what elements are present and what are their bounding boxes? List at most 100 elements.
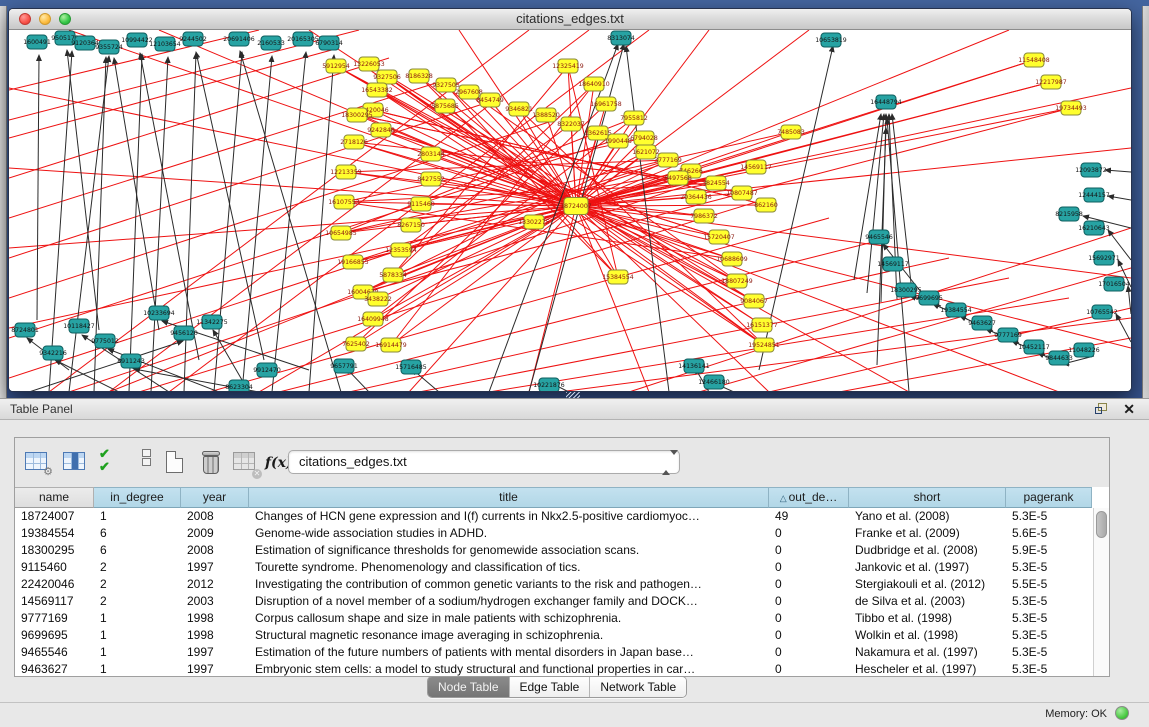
cell-name[interactable]: 18724007 — [15, 508, 94, 525]
cell-in_degree[interactable]: 1 — [94, 610, 181, 627]
graph-node[interactable]: 10688609 — [716, 252, 748, 266]
column-header-short[interactable]: short — [849, 487, 1006, 508]
graph-node[interactable]: 5875685 — [431, 99, 459, 113]
graph-node[interactable]: 10653819 — [815, 33, 847, 47]
cell-title[interactable]: Tourette syndrome. Phenomenology and cla… — [249, 559, 769, 576]
graph-node[interactable]: 9327506 — [373, 70, 401, 84]
graph-node[interactable]: 13226053 — [353, 57, 385, 71]
cell-year[interactable]: 2009 — [181, 525, 249, 542]
window-titlebar[interactable]: citations_edges.txt — [9, 9, 1131, 30]
graph-node[interactable]: 9244502 — [179, 32, 207, 46]
graph-node[interactable]: 9657791 — [330, 359, 358, 373]
graph-node[interactable]: 6790314 — [315, 36, 343, 50]
cell-title[interactable]: Investigating the contribution of common… — [249, 576, 769, 593]
vertical-scrollbar[interactable] — [1093, 508, 1109, 676]
tab-node-table[interactable]: Node Table — [428, 677, 510, 697]
graph-node[interactable]: 10994422 — [121, 33, 153, 47]
graph-node[interactable]: 3438222 — [364, 292, 392, 306]
graph-node[interactable]: 20691406 — [223, 32, 255, 46]
cell-in_degree[interactable]: 1 — [94, 644, 181, 661]
cell-out_de[interactable]: 0 — [769, 576, 849, 593]
delete-trash-icon[interactable] — [197, 448, 227, 478]
show-columns-icon[interactable] — [61, 448, 91, 478]
cell-pagerank[interactable]: 5.3E-5 — [1006, 559, 1092, 576]
table-row[interactable]: 946554611997Estimation of the future num… — [15, 644, 1093, 661]
graph-node[interactable]: 9115460 — [407, 197, 435, 211]
graph-node[interactable]: 9342216 — [39, 346, 67, 360]
graph-node[interactable]: 8267150 — [397, 218, 425, 232]
cell-out_de[interactable]: 0 — [769, 627, 849, 644]
graph-node[interactable]: 12103654 — [149, 37, 181, 51]
graph-node[interactable]: 1990448 — [604, 134, 632, 148]
cell-in_degree[interactable]: 2 — [94, 593, 181, 610]
graph-node[interactable]: 7625402 — [342, 337, 370, 351]
graph-node[interactable]: 2803144 — [417, 147, 445, 161]
cell-pagerank[interactable]: 5.3E-5 — [1006, 610, 1092, 627]
graph-node[interactable]: 1388520 — [532, 108, 560, 122]
cell-year[interactable]: 1997 — [181, 661, 249, 676]
cell-pagerank[interactable]: 5.6E-5 — [1006, 525, 1092, 542]
graph-node[interactable]: 16210643 — [1078, 221, 1110, 235]
cell-in_degree[interactable]: 1 — [94, 627, 181, 644]
graph-node[interactable]: 9465546 — [865, 230, 893, 244]
cell-year[interactable]: 1998 — [181, 610, 249, 627]
cell-name[interactable]: 14569117 — [15, 593, 94, 610]
cell-year[interactable]: 1997 — [181, 559, 249, 576]
graph-node[interactable]: 6794028 — [630, 131, 658, 145]
cell-in_degree[interactable]: 1 — [94, 508, 181, 525]
cell-title[interactable]: Structural magnetic resonance image aver… — [249, 627, 769, 644]
cell-in_degree[interactable]: 2 — [94, 576, 181, 593]
cell-short[interactable]: Yano et al. (2008) — [849, 508, 1006, 525]
cell-name[interactable]: 9465546 — [15, 644, 94, 661]
graph-node[interactable]: 8623304 — [225, 380, 253, 392]
cell-short[interactable]: Stergiakouli et al. (2012) — [849, 576, 1006, 593]
graph-node[interactable]: 10654985 — [325, 226, 357, 240]
cell-title[interactable]: Embryonic stem cells: a model to study s… — [249, 661, 769, 676]
graph-node[interactable]: 9912470 — [253, 363, 281, 377]
zoom-window-button[interactable] — [59, 13, 71, 25]
cell-out_de[interactable]: 0 — [769, 644, 849, 661]
cell-year[interactable]: 1998 — [181, 627, 249, 644]
table-row[interactable]: 969969511998Structural magnetic resonanc… — [15, 627, 1093, 644]
cell-pagerank[interactable]: 5.9E-5 — [1006, 542, 1092, 559]
cell-short[interactable]: Tibbo et al. (1998) — [849, 610, 1006, 627]
cell-short[interactable]: de Silva et al. (2003) — [849, 593, 1006, 610]
column-header-name[interactable]: name — [15, 487, 94, 508]
column-header-pagerank[interactable]: pagerank — [1006, 487, 1092, 508]
graph-node[interactable]: 9355724 — [95, 40, 123, 54]
cell-short[interactable]: Nakamura et al. (1997) — [849, 644, 1006, 661]
cell-out_de[interactable]: 0 — [769, 559, 849, 576]
graph-node[interactable]: 3777169 — [654, 153, 682, 167]
graph-node[interactable]: 10807487 — [726, 186, 758, 200]
graph-node[interactable]: 15384554 — [602, 270, 634, 284]
cell-short[interactable]: Hescheler et al. (1997) — [849, 661, 1006, 676]
cell-name[interactable]: 22420046 — [15, 576, 94, 593]
cell-short[interactable]: Jankovic et al. (1997) — [849, 559, 1006, 576]
cell-out_de[interactable]: 0 — [769, 525, 849, 542]
cell-short[interactable]: Dudbridge et al. (2008) — [849, 542, 1006, 559]
graph-node[interactable]: 12444157 — [1078, 188, 1110, 202]
cell-name[interactable]: 19384554 — [15, 525, 94, 542]
graph-node[interactable]: 9084067 — [740, 294, 768, 308]
cell-pagerank[interactable]: 5.3E-5 — [1006, 593, 1092, 610]
graph-node[interactable]: 862160 — [754, 198, 778, 212]
graph-node[interactable]: 2160533 — [257, 36, 285, 50]
graph-node[interactable]: 14136141 — [678, 359, 710, 373]
graph-node[interactable]: 20165305 — [287, 32, 319, 46]
network-canvas[interactable]: 1600491950517591203649355724109944221210… — [9, 30, 1131, 392]
cell-out_de[interactable]: 0 — [769, 542, 849, 559]
table-mode-icon[interactable]: ⚙ — [23, 448, 53, 478]
cell-name[interactable]: 9777169 — [15, 610, 94, 627]
graph-node[interactable]: 8313074 — [607, 31, 635, 45]
graph-node[interactable]: 19524851 — [748, 338, 780, 352]
cell-out_de[interactable]: 49 — [769, 508, 849, 525]
graph-node[interactable]: 9242848 — [367, 123, 395, 137]
graph-node[interactable]: 7955812 — [620, 111, 648, 125]
graph-node[interactable]: 9456120 — [170, 326, 198, 340]
graph-node[interactable]: 1600491 — [23, 35, 51, 49]
cell-short[interactable]: Wolkin et al. (1998) — [849, 627, 1006, 644]
cell-name[interactable]: 9115460 — [15, 559, 94, 576]
table-row[interactable]: 977716911998Corpus callosum shape and si… — [15, 610, 1093, 627]
graph-node[interactable]: 11342275 — [196, 315, 228, 329]
minimize-window-button[interactable] — [39, 13, 51, 25]
